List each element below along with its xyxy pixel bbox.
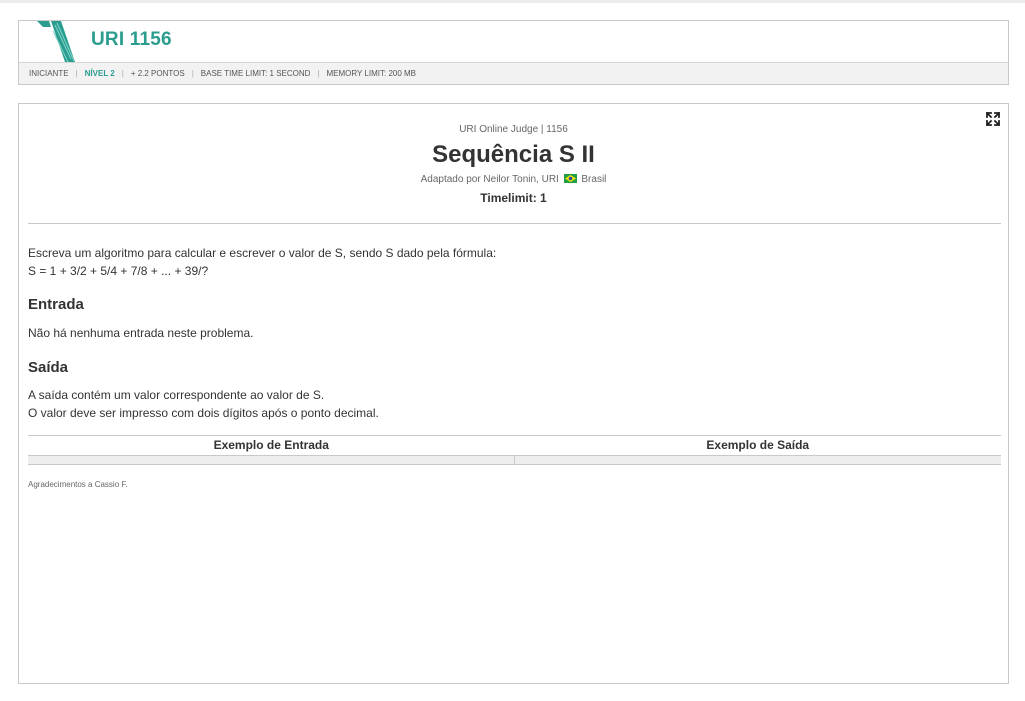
meta-separator: |: [191, 69, 194, 78]
examples-body-row: [28, 455, 1001, 465]
example-input-header: Exemplo de Entrada: [213, 438, 329, 452]
output-line: O valor deve ser impresso com dois dígit…: [28, 406, 379, 420]
input-heading: Entrada: [28, 296, 84, 313]
meta-category: INICIANTE: [29, 69, 69, 78]
top-strip: [0, 0, 1025, 3]
meta-memory-limit: MEMORY LIMIT: 200 MB: [326, 69, 417, 78]
uri-logo-icon: [37, 21, 75, 62]
example-output-header: Exemplo de Saída: [706, 438, 810, 452]
examples-table: Exemplo de Entrada Exemplo de Saída: [28, 435, 1001, 465]
acknowledgements: Agradecimentos a Cassio F.: [28, 480, 128, 489]
judge-line: URI Online Judge | 1156: [459, 124, 568, 135]
meta-time-limit: BASE TIME LIMIT: 1 SECOND: [200, 69, 311, 78]
input-text: Não há nenhuma entrada neste problema.: [28, 326, 254, 340]
problem-code-title: URI 1156: [91, 29, 172, 50]
output-line: A saída contém um valor correspondente a…: [28, 388, 325, 402]
output-heading: Saída: [28, 359, 69, 376]
timelimit: Timelimit: 1: [480, 191, 547, 205]
brazil-flag-icon: [563, 174, 577, 183]
author-line: Adaptado por Neilor Tonin, URI Brasil: [19, 174, 1008, 185]
divider: [28, 223, 1001, 224]
problem-statement: URI Online Judge | 1156 Sequência S II A…: [18, 103, 1009, 684]
meta-separator: |: [121, 69, 124, 78]
author-country: Brasil: [581, 174, 607, 185]
meta-level: NÍVEL 2: [84, 69, 115, 78]
meta-separator: |: [317, 69, 320, 78]
meta-separator: |: [75, 69, 78, 78]
page-title: Sequência S II: [432, 141, 595, 168]
description-line: Escreva um algoritmo para calcular e esc…: [28, 246, 497, 260]
problem-header: URI 1156 INICIANTE | NÍVEL 2 | + 2.2 PON…: [18, 20, 1009, 85]
meta-points: + 2.2 PONTOS: [130, 69, 185, 78]
example-input-cell: [28, 456, 515, 464]
problem-description: Escreva um algoritmo para calcular e esc…: [28, 244, 496, 280]
formula-line: S = 1 + 3/2 + 5/4 + 7/8 + ... + 39/?: [28, 264, 209, 278]
examples-header-row: Exemplo de Entrada Exemplo de Saída: [28, 435, 1001, 455]
problem-meta-bar: INICIANTE | NÍVEL 2 | + 2.2 PONTOS | BAS…: [19, 62, 1008, 84]
output-text: A saída contém um valor correspondente a…: [28, 386, 379, 422]
example-output-cell: [515, 456, 1001, 464]
header-title-area: URI 1156: [19, 21, 1008, 62]
author-name: Adaptado por Neilor Tonin, URI: [420, 174, 559, 185]
